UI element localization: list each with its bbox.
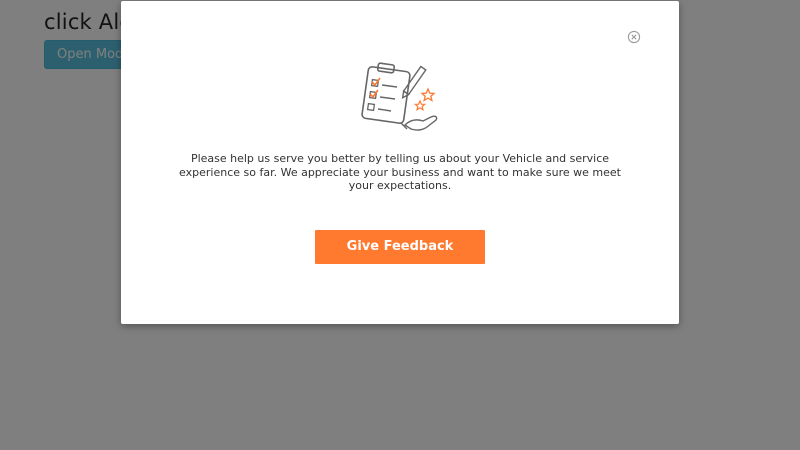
feedback-checklist-icon [361,59,445,135]
feedback-modal: Please help us serve you better by telli… [121,1,679,324]
close-icon[interactable] [627,29,641,44]
feedback-message: Please help us serve you better by telli… [179,152,621,192]
give-feedback-button[interactable]: Give Feedback [315,230,485,264]
